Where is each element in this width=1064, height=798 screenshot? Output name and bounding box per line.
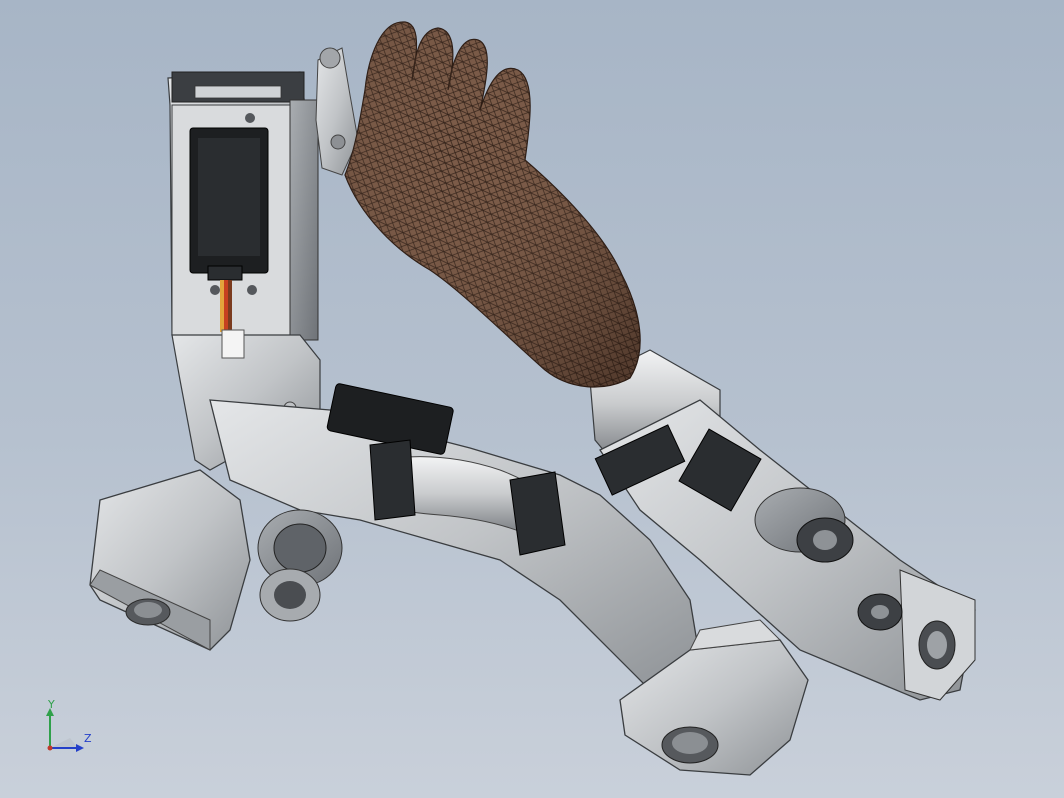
y-axis-label: Y	[48, 698, 55, 711]
cad-viewport[interactable]: Y Z	[0, 0, 1064, 798]
shoulder-bracket[interactable]	[89, 469, 251, 651]
timing-pulley[interactable]	[257, 509, 343, 622]
axis-triad: Y Z	[40, 698, 100, 758]
robot-arm-model[interactable]	[0, 0, 1064, 798]
servo-motor[interactable]	[189, 127, 269, 281]
origin-dot	[47, 745, 53, 751]
z-axis-label: Z	[84, 732, 92, 745]
z-axis-arrowhead	[76, 744, 84, 752]
hand-mesh[interactable]	[344, 21, 641, 388]
